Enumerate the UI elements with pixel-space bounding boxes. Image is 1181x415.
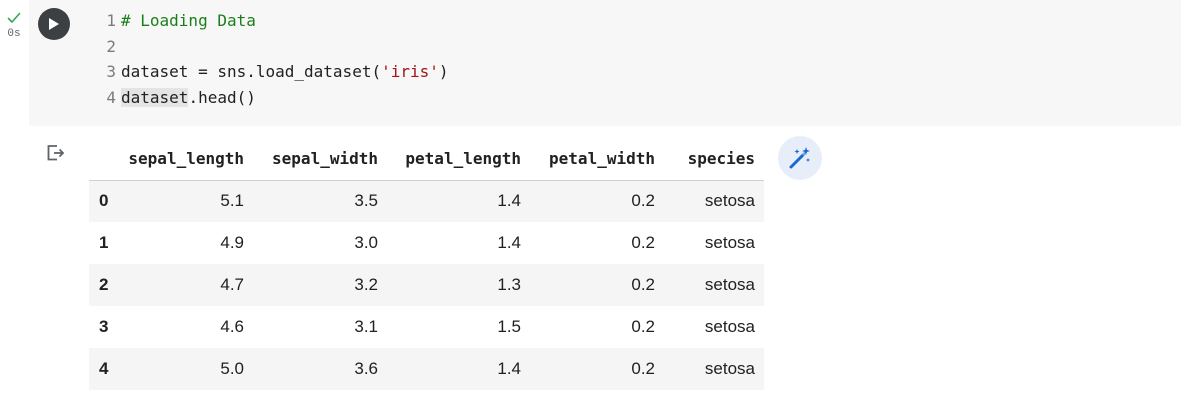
play-icon (49, 18, 59, 30)
table-cell: setosa (704, 275, 755, 294)
table-row: 1 4.9 3.0 1.4 0.2 setosa (89, 222, 764, 264)
code-token: .head() (188, 88, 256, 108)
code-line[interactable]: 3 dataset = sns.load_dataset('iris') (102, 59, 449, 85)
row-index: 3 (99, 317, 109, 336)
table-cell: setosa (704, 359, 755, 378)
index-header (89, 138, 119, 181)
code-editor[interactable]: 1 # Loading Data 2 3 dataset = sns.load_data… (102, 8, 449, 111)
table-cell: 1.3 (497, 275, 521, 294)
check-icon (7, 12, 21, 23)
table-cell: setosa (704, 233, 755, 252)
code-token: ) (438, 62, 449, 82)
table-cell: 3.6 (354, 359, 378, 378)
table-row: 2 4.7 3.2 1.3 0.2 setosa (89, 264, 764, 306)
code-line[interactable]: 2 (102, 34, 449, 60)
table-cell: 5.0 (220, 359, 244, 378)
column-header: sepal_width (253, 138, 387, 181)
run-cell-button[interactable] (38, 8, 70, 40)
column-header: petal_width (530, 138, 664, 181)
table-cell: 3.5 (354, 191, 378, 211)
table-cell: 0.2 (631, 275, 655, 294)
table-header-row: sepal_length sepal_width petal_length pe… (89, 138, 764, 181)
table-row: 4 5.0 3.6 1.4 0.2 setosa (89, 348, 764, 390)
row-index: 0 (99, 191, 109, 211)
table-cell: 1.4 (497, 233, 521, 252)
line-number: 4 (106, 88, 116, 108)
table-cell: 3.0 (354, 233, 378, 252)
table-row: 3 4.6 3.1 1.5 0.2 setosa (89, 306, 764, 348)
column-header: sepal_length (119, 138, 253, 181)
table-cell: 4.6 (220, 317, 244, 336)
table-cell: setosa (704, 191, 755, 211)
table-cell: 4.9 (220, 233, 244, 252)
row-index: 1 (99, 233, 109, 252)
dataframe-table: sepal_length sepal_width petal_length pe… (89, 138, 764, 390)
line-number: 3 (106, 62, 116, 82)
code-token: dataset = sns.load_dataset( (121, 62, 382, 82)
table-cell: 5.1 (220, 191, 244, 211)
table-cell: 1.5 (497, 317, 521, 336)
code-line[interactable]: 1 # Loading Data (102, 8, 449, 34)
output-redirect-icon[interactable] (46, 144, 66, 162)
row-index: 4 (99, 359, 109, 378)
code-cell[interactable]: 1 # Loading Data 2 3 dataset = sns.load_data… (29, 0, 1181, 126)
table-cell: 0.2 (631, 317, 655, 336)
table-cell: 4.7 (220, 275, 244, 294)
line-number: 2 (106, 36, 116, 56)
column-header: species (664, 138, 764, 181)
table-cell: 0.2 (631, 191, 655, 211)
table-cell: 0.2 (631, 359, 655, 378)
execution-time: 0s (7, 28, 21, 40)
column-header: petal_length (387, 138, 530, 181)
row-index: 2 (99, 275, 109, 294)
line-number: 1 (106, 11, 116, 30)
code-token: dataset (121, 88, 189, 108)
table-cell: 0.2 (631, 233, 655, 252)
table-cell: 3.2 (354, 275, 378, 294)
magic-wand-icon (789, 147, 810, 169)
execution-status: 0s (4, 10, 24, 40)
table-row: 0 5.1 3.5 1.4 0.2 setosa (89, 180, 764, 222)
suggest-charts-button[interactable] (778, 136, 822, 180)
code-line[interactable]: 4 dataset.head() (102, 85, 449, 111)
table-cell: 1.4 (497, 191, 521, 211)
code-token: 'iris' (381, 62, 439, 82)
table-cell: 1.4 (497, 359, 521, 378)
table-cell: 3.1 (354, 317, 378, 336)
table-cell: setosa (704, 317, 755, 336)
code-token: # Loading Data (121, 11, 256, 30)
